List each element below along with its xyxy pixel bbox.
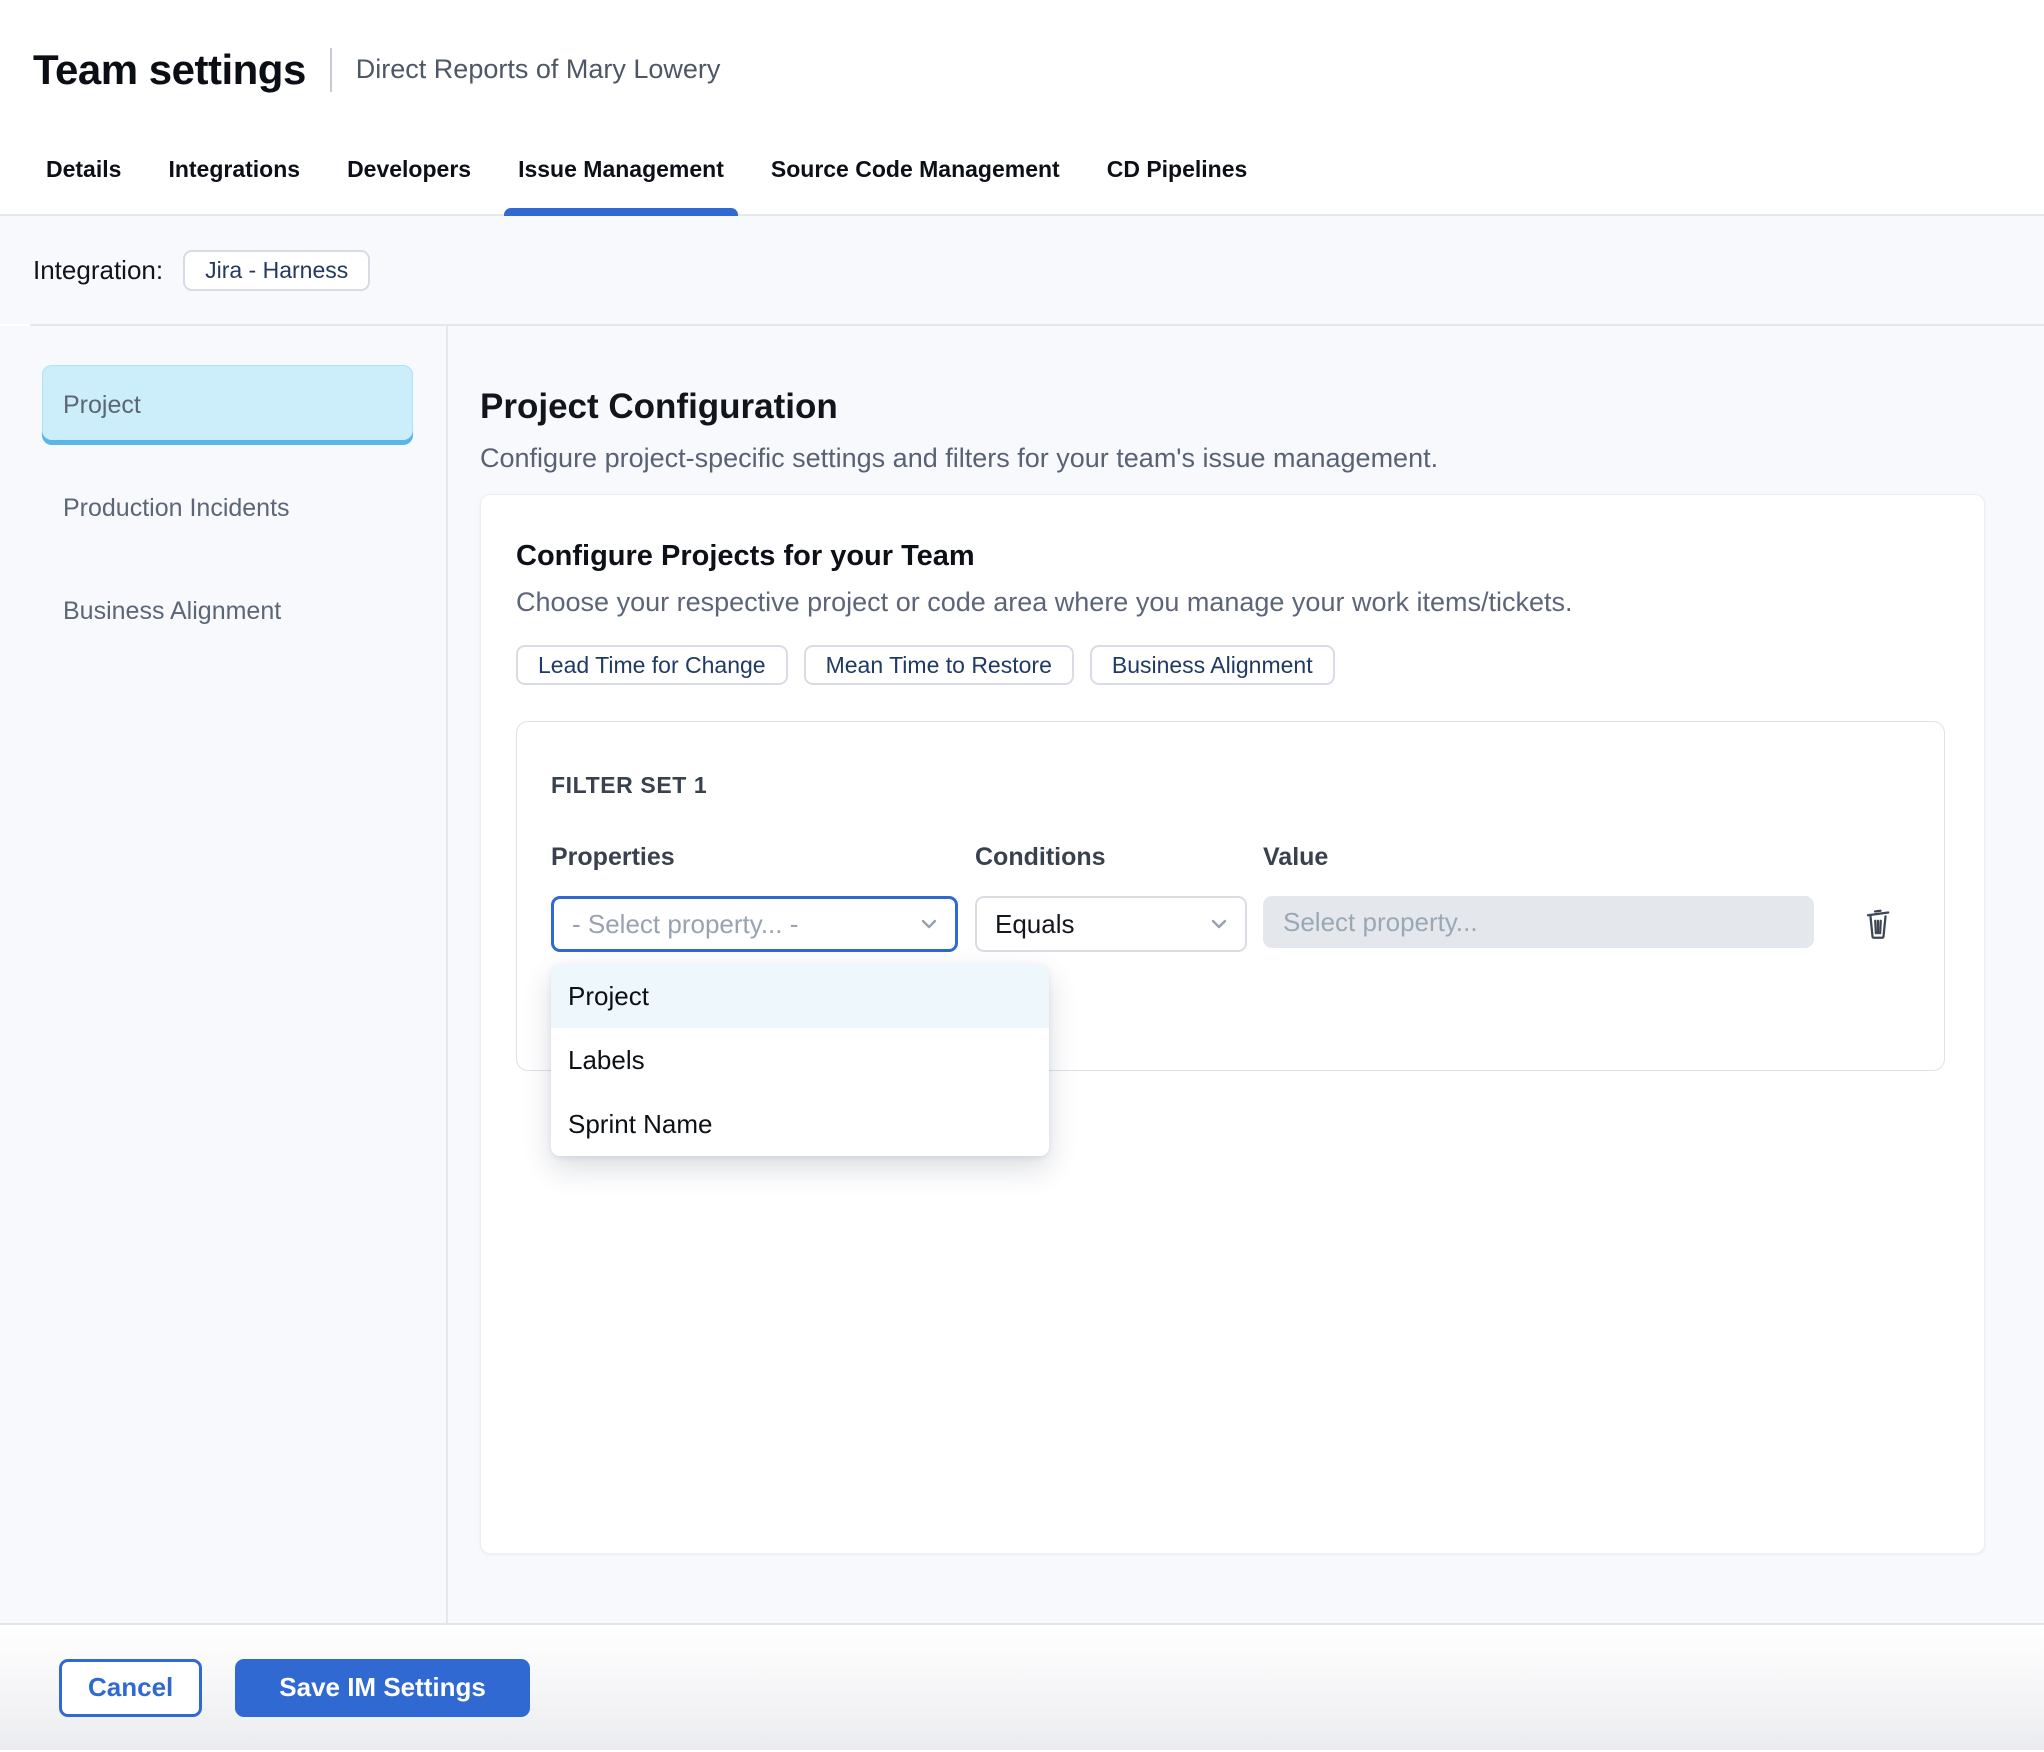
save-im-settings-button[interactable]: Save IM Settings	[235, 1658, 530, 1717]
section-heading: Project Configuration	[480, 387, 838, 426]
tab-label: Developers	[347, 156, 472, 182]
value-column: Value	[1263, 843, 1814, 948]
tab-issue-management[interactable]: Issue Management	[504, 125, 738, 216]
filter-set-card: FILTER SET 1 Properties - Select propert…	[516, 721, 1945, 1156]
page-header: Team settings Direct Reports of Mary Low…	[0, 0, 2044, 125]
tab-developers[interactable]: Developers	[347, 125, 471, 214]
integration-label: Integration:	[33, 254, 164, 285]
tab-label: Issue Management	[518, 156, 724, 182]
tab-label: Integrations	[168, 156, 301, 182]
sidebar-item-business-alignment[interactable]: Business Alignment	[42, 571, 413, 651]
condition-select-value: Equals	[995, 908, 1075, 939]
tab-label: Source Code Management	[770, 156, 1060, 182]
page-subtitle: Direct Reports of Mary Lowery	[355, 54, 721, 84]
tab-integrations[interactable]: Integrations	[168, 125, 300, 214]
integration-row: Integration: Jira - Harness	[0, 216, 2044, 324]
value-input[interactable]	[1263, 896, 1814, 948]
configure-projects-card: Configure Projects for your Team Choose …	[480, 494, 1985, 1554]
footer-actions: Cancel Save IM Settings	[0, 1623, 2044, 1750]
dropdown-option-sprint-name[interactable]: Sprint Name	[551, 1092, 1049, 1156]
property-select[interactable]: - Select property... -	[551, 896, 958, 952]
conditions-column-label: Conditions	[975, 843, 1106, 871]
sidebar-item-label: Production Incidents	[63, 493, 290, 522]
sidebar-item-project[interactable]: Project	[42, 365, 413, 445]
tab-label: CD Pipelines	[1106, 156, 1248, 182]
filter-set-title: FILTER SET 1	[551, 772, 708, 798]
property-select-value: - Select property... -	[572, 908, 799, 939]
property-dropdown: Project Labels Sprint Name	[551, 964, 1049, 1156]
condition-select[interactable]: Equals	[975, 896, 1247, 952]
delete-filter-button[interactable]	[1863, 904, 1893, 940]
title-separator	[329, 47, 332, 92]
tab-cd-pipelines[interactable]: CD Pipelines	[1107, 125, 1248, 214]
tab-bar: Details Integrations Developers Issue Ma…	[0, 125, 2044, 216]
integration-chip[interactable]: Jira - Harness	[183, 249, 371, 291]
cancel-button[interactable]: Cancel	[59, 1658, 203, 1717]
metric-tab-lead-time-for-change[interactable]: Lead Time for Change	[516, 645, 788, 685]
card-subtitle: Choose your respective project or code a…	[516, 587, 1573, 617]
metric-tab-business-alignment[interactable]: Business Alignment	[1089, 645, 1335, 685]
tab-details[interactable]: Details	[46, 125, 121, 214]
properties-column-label: Properties	[551, 843, 675, 871]
sidebar: Project Production Incidents Business Al…	[0, 326, 448, 1623]
page-title: Team settings	[33, 45, 306, 93]
chevron-down-icon	[917, 912, 941, 936]
tab-source-code-management[interactable]: Source Code Management	[771, 125, 1060, 214]
metric-tabs: Lead Time for Change Mean Time to Restor…	[516, 645, 1949, 685]
team-settings-page: Team settings Direct Reports of Mary Low…	[0, 0, 2044, 1752]
section-description: Configure project-specific settings and …	[480, 443, 1439, 473]
dropdown-option-labels[interactable]: Labels	[551, 1028, 1049, 1092]
main-panel: Project Configuration Configure project-…	[448, 326, 2044, 1623]
content-area: Project Production Incidents Business Al…	[0, 326, 2044, 1623]
conditions-column: Conditions Equals	[975, 843, 1247, 952]
metric-tab-mean-time-to-restore[interactable]: Mean Time to Restore	[803, 645, 1074, 685]
dropdown-option-project[interactable]: Project	[551, 964, 1049, 1028]
tab-label: Details	[46, 156, 122, 182]
sidebar-item-production-incidents[interactable]: Production Incidents	[42, 468, 413, 548]
card-title: Configure Projects for your Team	[516, 540, 975, 572]
active-tab-indicator	[504, 208, 738, 216]
properties-column: Properties - Select property... -	[551, 843, 958, 952]
trash-icon	[1866, 909, 1890, 939]
filter-row: Properties - Select property... - Condit…	[551, 843, 1910, 952]
sidebar-item-label: Project	[63, 390, 141, 419]
chevron-down-icon	[1207, 912, 1231, 936]
value-column-label: Value	[1263, 843, 1329, 871]
sidebar-item-label: Business Alignment	[63, 596, 282, 625]
